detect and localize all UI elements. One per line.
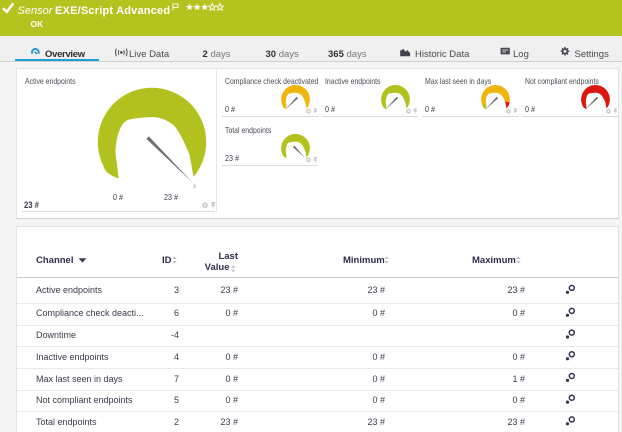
svg-text:x: x — [193, 183, 197, 190]
